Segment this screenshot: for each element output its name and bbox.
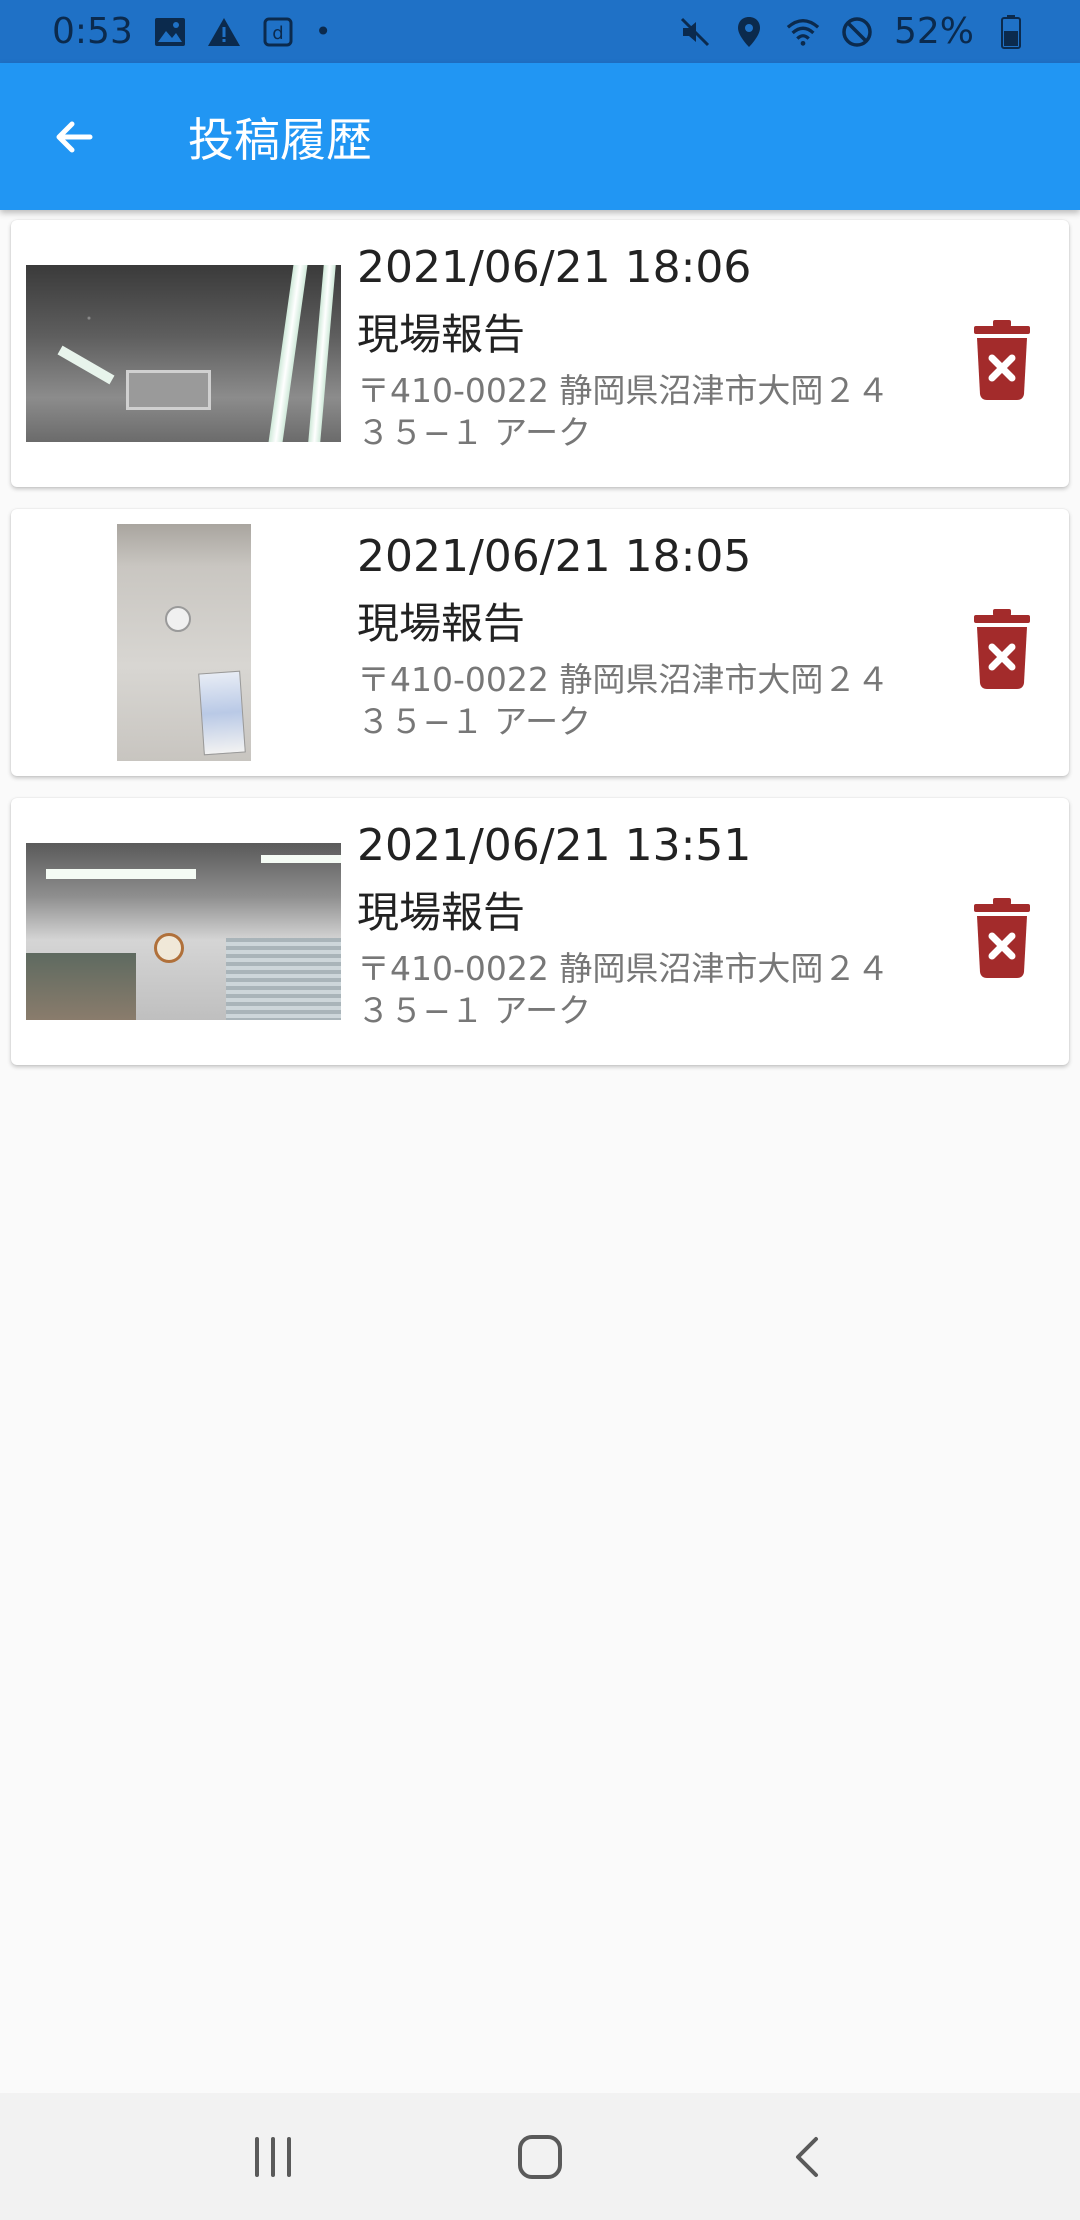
post-address: 〒410-0022 静岡県沼津市大岡２４３５−１ アーク [357, 949, 890, 1030]
post-texts: 2021/06/21 18:06 現場報告 〒410-0022 静岡県沼津市大岡… [357, 238, 917, 454]
post-texts: 2021/06/21 18:05 現場報告 〒410-0022 静岡県沼津市大岡… [357, 527, 917, 743]
warning-icon [207, 15, 241, 49]
trash-x-icon [974, 609, 1030, 689]
page-title: 投稿履歴 [188, 112, 372, 167]
wifi-icon [786, 15, 820, 49]
nav-back-button[interactable] [767, 2117, 847, 2197]
back-button[interactable] [34, 97, 114, 177]
home-icon [517, 2134, 562, 2179]
post-datetime: 2021/06/21 13:51 [357, 820, 752, 871]
post-texts: 2021/06/21 13:51 現場報告 〒410-0022 静岡県沼津市大岡… [357, 816, 917, 1032]
arrow-left-icon [56, 121, 93, 152]
post-thumbnail[interactable] [26, 843, 341, 1020]
thumbnail-frame [26, 524, 341, 761]
post-address: 〒410-0022 静岡県沼津市大岡２４３５−１ アーク [357, 660, 890, 741]
trash-x-icon [974, 320, 1030, 400]
delete-button[interactable] [969, 607, 1035, 691]
post-datetime: 2021/06/21 18:06 [357, 242, 752, 293]
system-nav-bar [0, 2093, 1080, 2220]
post-card[interactable]: 2021/06/21 13:51 現場報告 〒410-0022 静岡県沼津市大岡… [11, 798, 1069, 1065]
gallery-icon [153, 15, 187, 49]
delete-button[interactable] [969, 318, 1035, 402]
d-app-icon: d [261, 15, 295, 49]
notification-dot: • [314, 15, 332, 48]
post-title: 現場報告 [357, 888, 526, 937]
recents-button[interactable] [233, 2117, 313, 2197]
status-bar: 0:53 d • 52% [0, 0, 1080, 63]
post-card[interactable]: 2021/06/21 18:06 現場報告 〒410-0022 静岡県沼津市大岡… [11, 220, 1069, 487]
post-title: 現場報告 [357, 599, 526, 648]
status-right: 52% [678, 11, 1028, 52]
status-time: 0:53 [52, 11, 133, 52]
thumbnail-frame [26, 813, 341, 1050]
post-card[interactable]: 2021/06/21 18:05 現場報告 〒410-0022 静岡県沼津市大岡… [11, 509, 1069, 776]
app-bar: 投稿履歴 [0, 63, 1080, 210]
back-icon [795, 2136, 818, 2177]
delete-button[interactable] [969, 896, 1035, 980]
status-left: 0:53 d • [52, 11, 331, 52]
battery-icon [994, 14, 1028, 49]
post-title: 現場報告 [357, 310, 526, 359]
thumbnail-frame [26, 235, 341, 472]
battery-percent: 52% [893, 11, 974, 52]
svg-text:d: d [272, 23, 283, 44]
location-icon [732, 15, 766, 49]
mute-icon [678, 15, 712, 49]
post-datetime: 2021/06/21 18:05 [357, 531, 752, 582]
trash-x-icon [974, 898, 1030, 978]
post-thumbnail[interactable] [26, 265, 341, 442]
recents-icon [255, 2136, 292, 2177]
post-thumbnail[interactable] [116, 524, 251, 761]
dnd-icon [840, 15, 874, 49]
post-address: 〒410-0022 静岡県沼津市大岡２４３５−１ アーク [357, 371, 890, 452]
home-button[interactable] [500, 2117, 580, 2197]
